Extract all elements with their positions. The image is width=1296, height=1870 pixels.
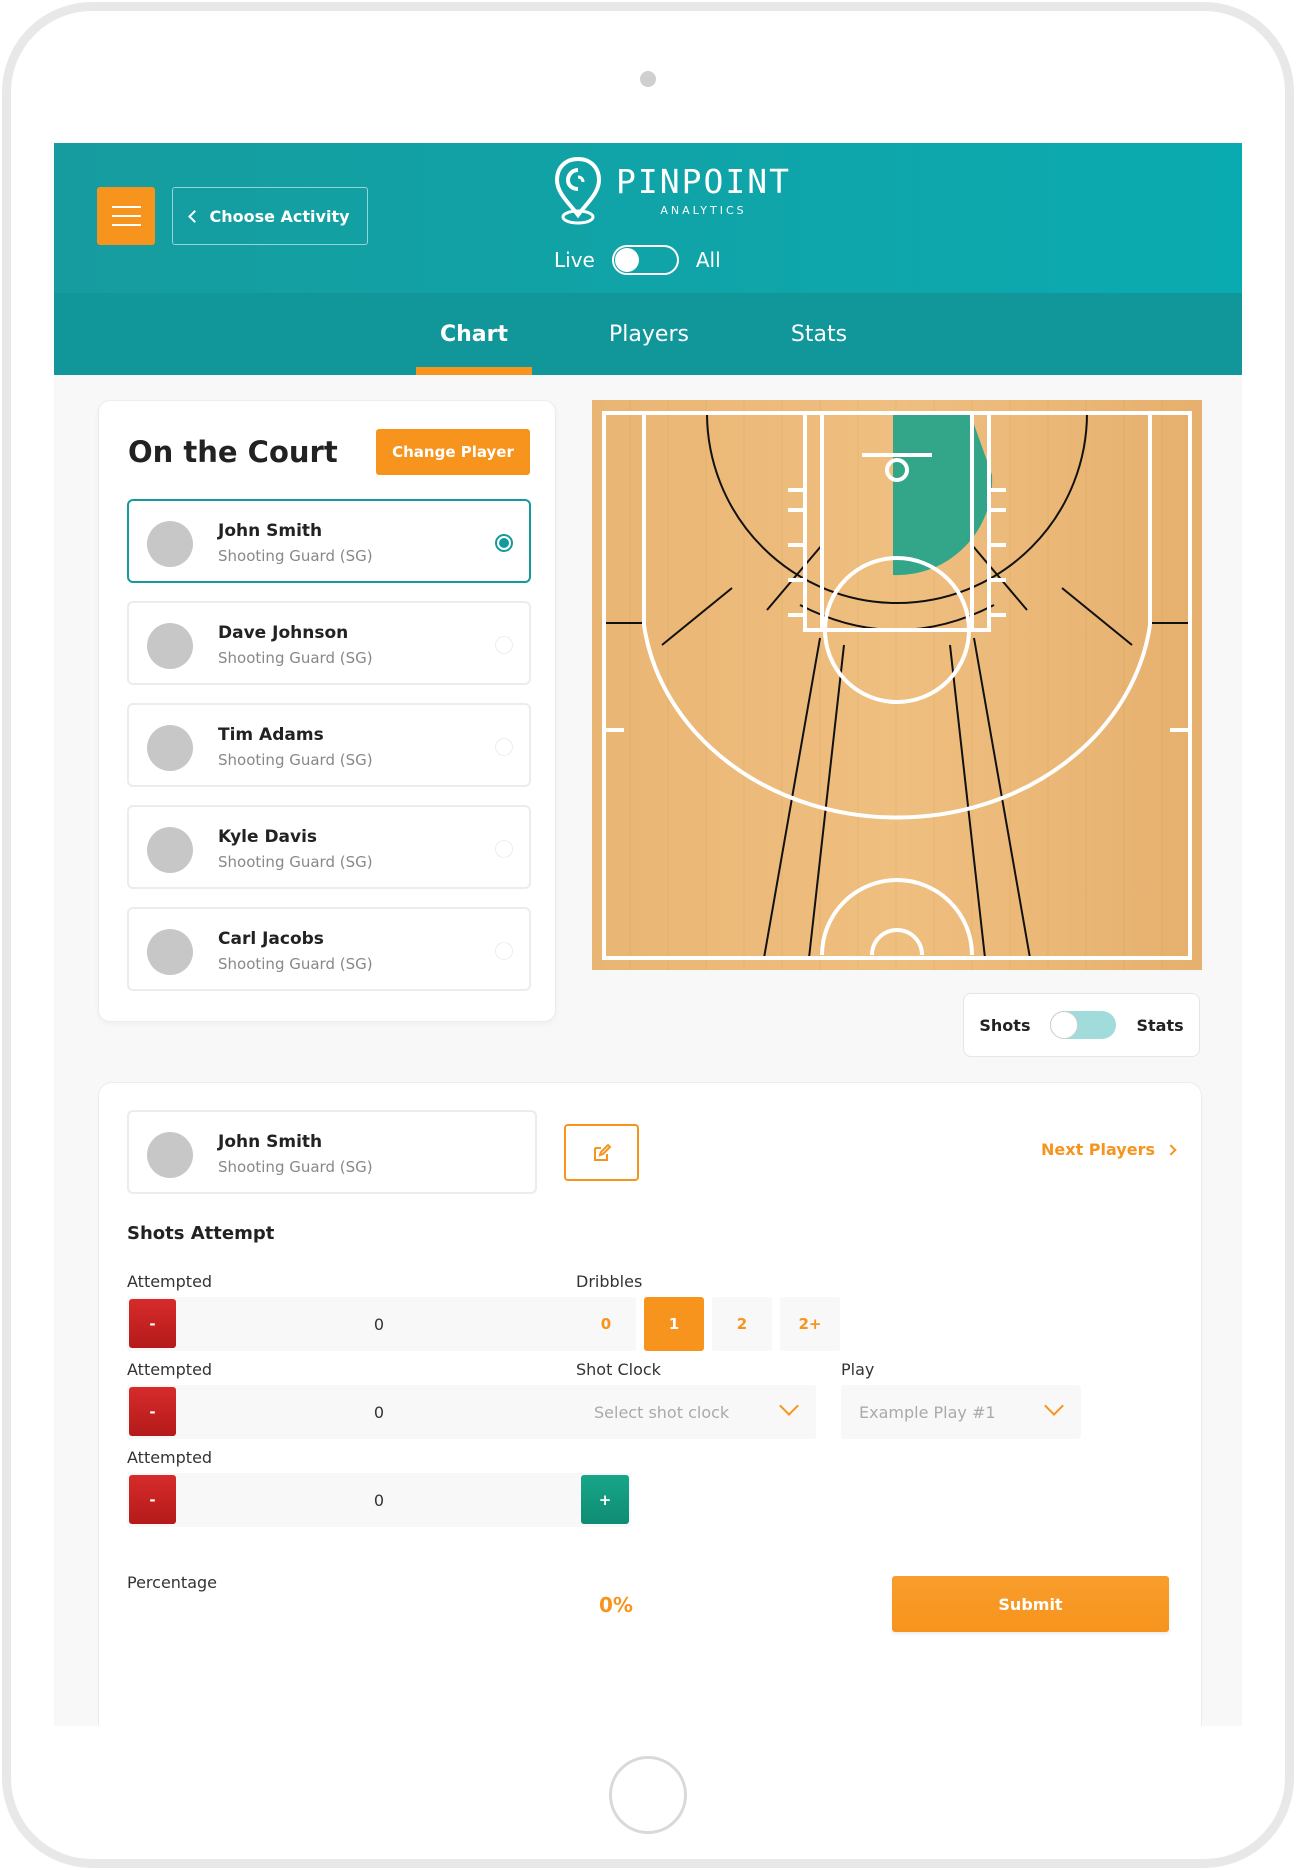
player-radio[interactable] <box>495 636 513 654</box>
dribbles-selector: 0 1 2 2+ <box>576 1297 840 1351</box>
player-name: John Smith <box>218 1132 323 1152</box>
chevron-down-icon <box>1044 1396 1064 1416</box>
play-placeholder: Example Play #1 <box>859 1402 996 1422</box>
player-role: Shooting Guard (SG) <box>218 853 373 871</box>
toggle-label-stats: Stats <box>1136 1015 1184 1035</box>
shot-clock-placeholder: Select shot clock <box>594 1402 730 1422</box>
stepper-value[interactable]: 0 <box>187 1385 571 1439</box>
next-players-label: Next Players <box>1041 1140 1155 1159</box>
player-card[interactable]: Tim Adams Shooting Guard (SG) <box>127 703 531 787</box>
play-select[interactable]: Example Play #1 <box>841 1385 1081 1439</box>
player-card[interactable]: Carl Jacobs Shooting Guard (SG) <box>127 907 531 991</box>
choose-activity-label: Choose Activity <box>209 206 350 226</box>
shots-stats-toggle[interactable]: Shots Stats <box>963 993 1200 1057</box>
attempted-stepper: - 0 + <box>127 1297 631 1351</box>
location-pin-icon <box>554 156 602 225</box>
current-player-card: John Smith Shooting Guard (SG) <box>127 1110 537 1194</box>
on-the-court-title: On the Court <box>128 435 338 469</box>
avatar <box>147 725 193 771</box>
edit-icon <box>593 1143 611 1161</box>
stepper-label: Attempted <box>127 1360 213 1379</box>
menu-line <box>112 224 141 226</box>
player-role: Shooting Guard (SG) <box>218 649 373 667</box>
app-header: Choose Activity PINPOINT ANALYTICS Live … <box>54 143 1242 293</box>
pinpoint-logo: PINPOINT ANALYTICS <box>554 155 791 227</box>
choose-activity-button[interactable]: Choose Activity <box>172 187 368 245</box>
player-radio[interactable] <box>495 534 513 552</box>
player-name: Tim Adams <box>218 725 324 745</box>
tab-players[interactable]: Players <box>594 293 704 375</box>
player-radio[interactable] <box>495 840 513 858</box>
decrement-button[interactable]: - <box>129 1475 176 1524</box>
player-radio[interactable] <box>495 738 513 756</box>
toggle-label-live: Live <box>554 248 595 272</box>
tab-bar: Chart Players Stats <box>54 293 1242 375</box>
on-the-court-card: On the Court Change Player John Smith Sh… <box>98 400 556 1022</box>
toggle-label-all: All <box>695 248 721 272</box>
shot-clock-select[interactable]: Select shot clock <box>576 1385 816 1439</box>
avatar <box>147 623 193 669</box>
switch-knob <box>1050 1011 1079 1039</box>
avatar <box>147 1132 193 1178</box>
avatar <box>147 827 193 873</box>
dribble-option-1[interactable]: 1 <box>644 1297 704 1351</box>
change-player-button[interactable]: Change Player <box>376 429 530 475</box>
percentage-value: 0% <box>599 1593 633 1617</box>
menu-line <box>112 215 141 217</box>
dribble-option-0[interactable]: 0 <box>576 1297 636 1351</box>
shot-entry-panel: John Smith Shooting Guard (SG) Next Play… <box>98 1082 1202 1726</box>
decrement-button[interactable]: - <box>129 1387 176 1436</box>
menu-line <box>112 206 141 208</box>
chevron-down-icon <box>779 1396 799 1416</box>
tab-stats[interactable]: Stats <box>769 293 869 375</box>
app-screen: Choose Activity PINPOINT ANALYTICS Live … <box>54 143 1242 1726</box>
player-card[interactable]: John Smith Shooting Guard (SG) <box>127 499 531 583</box>
logo-subtitle: ANALYTICS <box>660 204 747 217</box>
chevron-left-icon <box>188 210 202 223</box>
player-role: Shooting Guard (SG) <box>218 547 373 565</box>
player-card[interactable]: Dave Johnson Shooting Guard (SG) <box>127 601 531 685</box>
logo-title: PINPOINT <box>616 162 791 201</box>
shot-clock-label: Shot Clock <box>576 1360 661 1379</box>
stepper-label: Attempted <box>127 1272 213 1291</box>
live-all-switch[interactable] <box>611 245 679 275</box>
stepper-value[interactable]: 0 <box>187 1297 571 1351</box>
decrement-button[interactable]: - <box>129 1299 176 1348</box>
home-button[interactable] <box>609 1756 687 1834</box>
player-radio[interactable] <box>495 942 513 960</box>
player-name: Carl Jacobs <box>218 929 324 949</box>
player-name: Dave Johnson <box>218 623 349 643</box>
stepper-label: Attempted <box>127 1448 213 1467</box>
increment-button[interactable]: + <box>581 1475 629 1524</box>
hamburger-menu-button[interactable] <box>97 187 155 245</box>
basketball-court[interactable] <box>592 400 1202 970</box>
attempted-stepper: - 0 + <box>127 1385 631 1439</box>
next-players-link[interactable]: Next Players <box>1041 1140 1177 1159</box>
switch-knob <box>614 248 639 272</box>
player-role: Shooting Guard (SG) <box>218 955 373 973</box>
stepper-value[interactable]: 0 <box>187 1473 571 1527</box>
player-name: Kyle Davis <box>218 827 318 847</box>
camera-icon <box>640 71 656 87</box>
edit-button[interactable] <box>564 1124 639 1181</box>
percentage-label: Percentage <box>127 1573 218 1592</box>
tab-chart[interactable]: Chart <box>416 293 532 375</box>
dribbles-label: Dribbles <box>576 1272 643 1291</box>
shots-attempt-title: Shots Attempt <box>127 1223 275 1244</box>
shots-stats-switch[interactable] <box>1050 1011 1117 1039</box>
chevron-right-icon <box>1165 1143 1177 1156</box>
play-label: Play <box>841 1360 875 1379</box>
avatar <box>147 929 193 975</box>
dribble-option-2-plus[interactable]: 2+ <box>780 1297 840 1351</box>
player-card[interactable]: Kyle Davis Shooting Guard (SG) <box>127 805 531 889</box>
player-name: John Smith <box>218 521 323 541</box>
attempted-stepper: - 0 + <box>127 1473 631 1527</box>
player-role: Shooting Guard (SG) <box>218 751 373 769</box>
live-all-toggle[interactable]: Live All <box>554 245 721 275</box>
submit-button[interactable]: Submit <box>892 1576 1169 1632</box>
avatar <box>147 521 193 567</box>
dribble-option-2[interactable]: 2 <box>712 1297 772 1351</box>
player-role: Shooting Guard (SG) <box>218 1158 373 1176</box>
toggle-label-shots: Shots <box>979 1015 1031 1035</box>
